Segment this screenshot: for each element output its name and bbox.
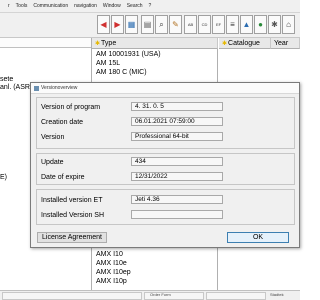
menu-item-search[interactable]: Search [127,3,143,9]
image-button[interactable]: ▦ [125,15,138,34]
menu-item-r[interactable]: r [8,3,10,9]
date-of-expire-value: 12/31/2022 [131,172,223,181]
pencil-icon: ✎ [172,19,179,29]
list-icon: ≡ [230,19,235,29]
forward-button[interactable]: ▶ [111,15,124,34]
image-icon: ▦ [127,19,136,29]
list-item[interactable]: AMX I10e [96,259,127,268]
license-agreement-button[interactable]: License Agreement [37,232,107,243]
installed-version-et-label: Installed version ET [41,197,103,204]
update-label: Update [41,159,64,166]
installed-versions-group: Installed version ET Jeti 4.36 Installed… [36,189,295,225]
ok-button[interactable]: OK [227,232,289,243]
arrow-right-icon: ▶ [114,19,121,29]
status-cell [2,292,142,300]
column-header-year[interactable]: Year [271,38,300,49]
list-item[interactable]: AMX I10ep [96,268,131,277]
column-header-catalogue[interactable]: ✱ Catalogue [219,38,271,49]
column-header-label: Type [101,39,117,47]
order-form-label[interactable]: Order Form [150,292,171,297]
back-button[interactable]: ◀ [97,15,110,34]
version-of-program-value: 4. 31. 0. 5 [131,102,223,111]
dialog-title-bar[interactable]: Versionoverview [31,83,299,94]
home-icon: ⌂ [286,19,291,29]
installed-version-sh-label: Installed Version SH [41,212,105,219]
list-item[interactable]: AM 180 C (MIC) [96,68,147,77]
column-header-label: Catalogue [228,39,260,47]
ef-button[interactable]: EF [212,15,225,34]
status-bar: Order Form Stadtek [0,290,300,300]
list-item[interactable]: AMX I10p [96,277,127,286]
status-cell [206,292,266,300]
update-info-group: Update 434 Date of expire 12/31/2022 [36,153,295,185]
printer-icon: ▤ [143,19,152,29]
sort-button[interactable]: ≡ [226,15,239,34]
update-value: 434 [131,157,223,166]
list-item[interactable]: AM 15L [96,59,120,68]
program-info-group: Version of program 4. 31. 0. 5 Creation … [36,97,295,149]
menu-item-help[interactable]: ? [149,3,152,9]
cd-button[interactable]: CD [198,15,211,34]
tools-icon: ✱ [271,19,278,29]
list-item[interactable]: AMX I10 [96,250,123,259]
creation-date-label: Creation date [41,119,84,126]
column-header-label: Year [274,39,289,47]
star-icon: ✱ [95,40,101,47]
installed-version-et-value: Jeti 4.36 [131,195,223,204]
star-icon: ✱ [222,40,228,47]
globe-button[interactable]: ● [254,15,267,34]
tools-button[interactable]: ✱ [268,15,281,34]
ab-button[interactable]: AB [184,15,197,34]
version-of-program-label: Version of program [41,104,101,111]
tree-panel-header [0,38,91,48]
edit-button[interactable]: ✎ [169,15,182,34]
toolbar: ◀ ▶ ▦ ▤ ⌕ ✎ AB CD EF ≡ ▲ ● ✱ ⌂ [0,13,300,38]
version-overview-dialog: Versionoverview Version of program 4. 31… [30,82,300,248]
globe-icon: ● [258,19,263,29]
tree-item[interactable]: E) [0,174,7,181]
menu-bar: r Tools Communication navigation Window … [0,0,300,13]
shop-button[interactable]: ▲ [240,15,253,34]
cd-icon: CD [201,22,208,27]
creation-date-value: 06.01.2021 07:59:00 [131,117,223,126]
version-label: Version [41,134,65,141]
home-button[interactable]: ⌂ [282,15,295,34]
version-value: Professional 64-bit [131,132,223,141]
ef-icon: EF [215,22,222,27]
arrow-left-icon: ◀ [100,19,107,29]
date-of-expire-label: Date of expire [41,174,85,181]
list-item[interactable]: AM 10001931 (USA) [96,50,161,59]
installed-version-sh-value [131,210,223,219]
ab-icon: AB [187,22,194,27]
search-icon: ⌕ [159,19,164,29]
print-button[interactable]: ▤ [141,15,154,34]
status-right-label: Stadtek [270,292,284,297]
tree-item[interactable]: sete [0,76,13,83]
menu-item-window[interactable]: Window [103,3,121,9]
dialog-title: Versionoverview [41,85,78,91]
menu-item-navigation[interactable]: navigation [74,3,97,9]
search-button[interactable]: ⌕ [155,15,168,34]
column-header-type[interactable]: ✱ Type [92,38,218,49]
menu-item-communication[interactable]: Communication [33,3,68,9]
menu-item-tools[interactable]: Tools [16,3,28,9]
app-icon [34,85,39,91]
cart-icon: ▲ [242,19,251,29]
